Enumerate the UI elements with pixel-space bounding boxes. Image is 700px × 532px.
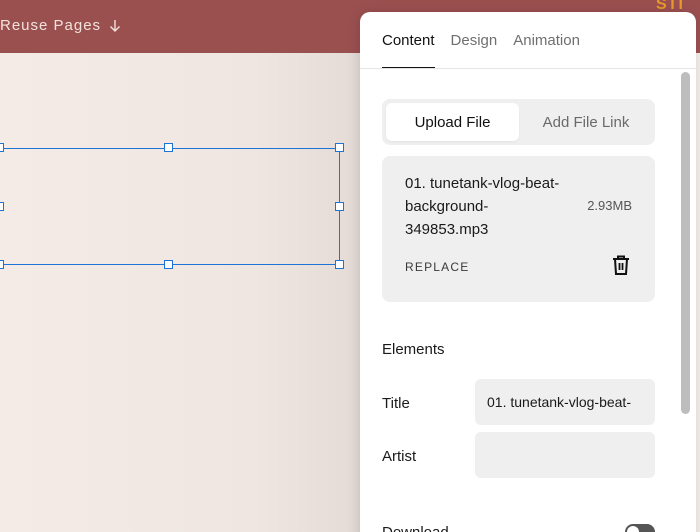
- upload-file-button[interactable]: Upload File: [386, 103, 519, 141]
- logo-fragment: STI: [656, 0, 684, 10]
- artist-label: Artist: [382, 448, 417, 465]
- artist-field[interactable]: [475, 432, 655, 478]
- panel-tabs: Content Design Animation: [382, 32, 580, 69]
- uploaded-file-card: 01. tunetank-vlog-beat- background- 3498…: [382, 156, 655, 302]
- download-label: Download: [382, 524, 449, 532]
- file-size: 2.93MB: [587, 198, 632, 213]
- arrow-down-icon: [110, 19, 121, 32]
- resize-handle-center-top[interactable]: [164, 143, 173, 152]
- tabs-divider: [360, 68, 696, 69]
- download-toggle[interactable]: [625, 524, 655, 532]
- resize-handle-left-top[interactable]: [0, 143, 4, 152]
- selected-block[interactable]: [0, 148, 340, 265]
- tab-design[interactable]: Design: [451, 32, 498, 69]
- title-label: Title: [382, 395, 410, 412]
- block-settings-panel: Content Design Animation Upload File Add…: [360, 12, 696, 532]
- resize-handle-left-middle[interactable]: [0, 202, 4, 211]
- resize-handle-left-bottom[interactable]: [0, 260, 4, 269]
- reuse-pages-button[interactable]: Reuse Pages: [0, 17, 121, 34]
- resize-handle-center-bottom[interactable]: [164, 260, 173, 269]
- add-file-link-button[interactable]: Add File Link: [521, 103, 651, 141]
- resize-handle-right-bottom[interactable]: [335, 260, 344, 269]
- file-name: 01. tunetank-vlog-beat- background- 3498…: [405, 175, 560, 238]
- editor-canvas[interactable]: [0, 53, 360, 532]
- title-field[interactable]: 01. tunetank-vlog-beat-: [475, 379, 655, 425]
- file-source-toggle: Upload File Add File Link: [382, 99, 655, 145]
- resize-handle-right-middle[interactable]: [335, 202, 344, 211]
- replace-button[interactable]: REPLACE: [405, 260, 469, 274]
- tab-animation[interactable]: Animation: [513, 32, 580, 69]
- trash-icon[interactable]: [611, 254, 631, 276]
- elements-heading: Elements: [382, 341, 445, 358]
- resize-handle-right-top[interactable]: [335, 143, 344, 152]
- panel-scrollbar[interactable]: [681, 72, 690, 414]
- tab-content[interactable]: Content: [382, 32, 435, 69]
- reuse-pages-label: Reuse Pages: [0, 17, 102, 34]
